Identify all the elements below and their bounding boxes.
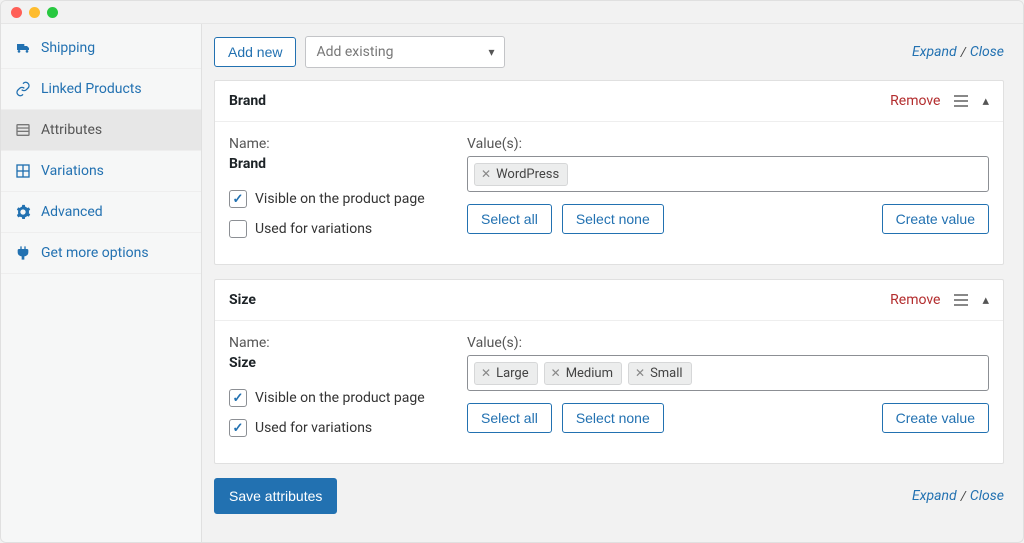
panel-header: Brand Remove ▴	[215, 81, 1003, 122]
tag-label: WordPress	[496, 167, 559, 182]
remove-tag-icon[interactable]: ✕	[635, 366, 645, 380]
close-window-dot[interactable]	[11, 7, 22, 18]
attribute-title: Brand	[229, 93, 890, 109]
value-tag: ✕ Large	[474, 362, 538, 385]
drag-handle-icon[interactable]	[954, 294, 968, 306]
name-label: Name:	[229, 136, 439, 152]
sidebar-item-label: Variations	[41, 163, 104, 179]
create-value-button[interactable]: Create value	[882, 204, 989, 234]
value-tag: ✕ WordPress	[474, 163, 568, 186]
panel-header: Size Remove ▴	[215, 280, 1003, 321]
link-divider: /	[961, 489, 966, 504]
attributes-main: Add new Add existing ▾ Expand / Close Br…	[202, 24, 1023, 542]
sidebar-item-variations[interactable]: Variations	[1, 151, 201, 192]
create-value-button[interactable]: Create value	[882, 403, 989, 433]
minimize-window-dot[interactable]	[29, 7, 40, 18]
select-none-button[interactable]: Select none	[562, 403, 664, 433]
plugin-icon	[15, 245, 31, 261]
attributes-toolbar: Add new Add existing ▾ Expand / Close	[214, 36, 1004, 68]
link-divider: /	[961, 45, 966, 60]
sidebar-item-advanced[interactable]: Advanced	[1, 192, 201, 233]
attribute-panel-brand: Brand Remove ▴ Name: Brand Visible on th…	[214, 80, 1004, 265]
add-existing-placeholder: Add existing	[316, 44, 393, 60]
link-icon	[15, 81, 31, 97]
attribute-title: Size	[229, 292, 890, 308]
sidebar-item-label: Advanced	[41, 204, 103, 220]
mac-titlebar	[1, 1, 1023, 24]
sidebar-item-label: Attributes	[41, 122, 102, 138]
product-data-sidebar: Shipping Linked Products Attributes Vari…	[1, 24, 202, 542]
remove-attribute-link[interactable]: Remove	[890, 292, 940, 308]
grid-icon	[15, 163, 31, 179]
sidebar-item-label: Linked Products	[41, 81, 142, 97]
add-existing-select[interactable]: Add existing ▾	[305, 36, 505, 68]
tag-label: Medium	[566, 366, 613, 381]
collapse-icon[interactable]: ▴	[982, 293, 989, 308]
values-label: Value(s):	[467, 136, 989, 152]
checkbox-label: Visible on the product page	[255, 390, 425, 406]
gear-icon	[15, 204, 31, 220]
remove-tag-icon[interactable]: ✕	[481, 366, 491, 380]
visible-on-product-page-checkbox[interactable]: Visible on the product page	[229, 389, 439, 407]
sidebar-item-shipping[interactable]: Shipping	[1, 36, 201, 69]
close-all-link[interactable]: Close	[970, 488, 1004, 504]
sidebar-item-label: Shipping	[41, 40, 95, 56]
maximize-window-dot[interactable]	[47, 7, 58, 18]
select-none-button[interactable]: Select none	[562, 204, 664, 234]
truck-icon	[15, 40, 31, 56]
expand-all-link[interactable]: Expand	[912, 44, 957, 60]
select-all-button[interactable]: Select all	[467, 403, 552, 433]
name-value: Brand	[229, 156, 439, 172]
used-for-variations-checkbox[interactable]: Used for variations	[229, 220, 439, 238]
name-value: Size	[229, 355, 439, 371]
checkbox-icon	[229, 190, 247, 208]
used-for-variations-checkbox[interactable]: Used for variations	[229, 419, 439, 437]
values-tag-input[interactable]: ✕ Large ✕ Medium ✕ Small	[467, 355, 989, 391]
sidebar-item-attributes[interactable]: Attributes	[1, 110, 201, 151]
checkbox-label: Visible on the product page	[255, 191, 425, 207]
close-all-link[interactable]: Close	[970, 44, 1004, 60]
checkbox-label: Used for variations	[255, 420, 372, 436]
drag-handle-icon[interactable]	[954, 95, 968, 107]
remove-tag-icon[interactable]: ✕	[481, 167, 491, 181]
sidebar-item-label: Get more options	[41, 245, 149, 261]
list-icon	[15, 122, 31, 138]
checkbox-icon	[229, 220, 247, 238]
value-tag: ✕ Small	[628, 362, 692, 385]
expand-all-link[interactable]: Expand	[912, 488, 957, 504]
checkbox-label: Used for variations	[255, 221, 372, 237]
checkbox-icon	[229, 419, 247, 437]
save-attributes-button[interactable]: Save attributes	[214, 478, 337, 514]
remove-attribute-link[interactable]: Remove	[890, 93, 940, 109]
remove-tag-icon[interactable]: ✕	[551, 366, 561, 380]
sidebar-item-linked-products[interactable]: Linked Products	[1, 69, 201, 110]
attributes-footer: Save attributes Expand / Close	[214, 478, 1004, 514]
value-tag: ✕ Medium	[544, 362, 622, 385]
select-all-button[interactable]: Select all	[467, 204, 552, 234]
checkbox-icon	[229, 389, 247, 407]
add-new-button[interactable]: Add new	[214, 37, 296, 67]
sidebar-item-get-more-options[interactable]: Get more options	[1, 233, 201, 274]
name-label: Name:	[229, 335, 439, 351]
collapse-icon[interactable]: ▴	[982, 94, 989, 109]
tag-label: Small	[650, 366, 683, 381]
tag-label: Large	[496, 366, 529, 381]
visible-on-product-page-checkbox[interactable]: Visible on the product page	[229, 190, 439, 208]
attribute-panel-size: Size Remove ▴ Name: Size Visible on the …	[214, 279, 1004, 464]
values-label: Value(s):	[467, 335, 989, 351]
values-tag-input[interactable]: ✕ WordPress	[467, 156, 989, 192]
app-window: Shipping Linked Products Attributes Vari…	[0, 0, 1024, 543]
chevron-down-icon: ▾	[488, 45, 494, 59]
